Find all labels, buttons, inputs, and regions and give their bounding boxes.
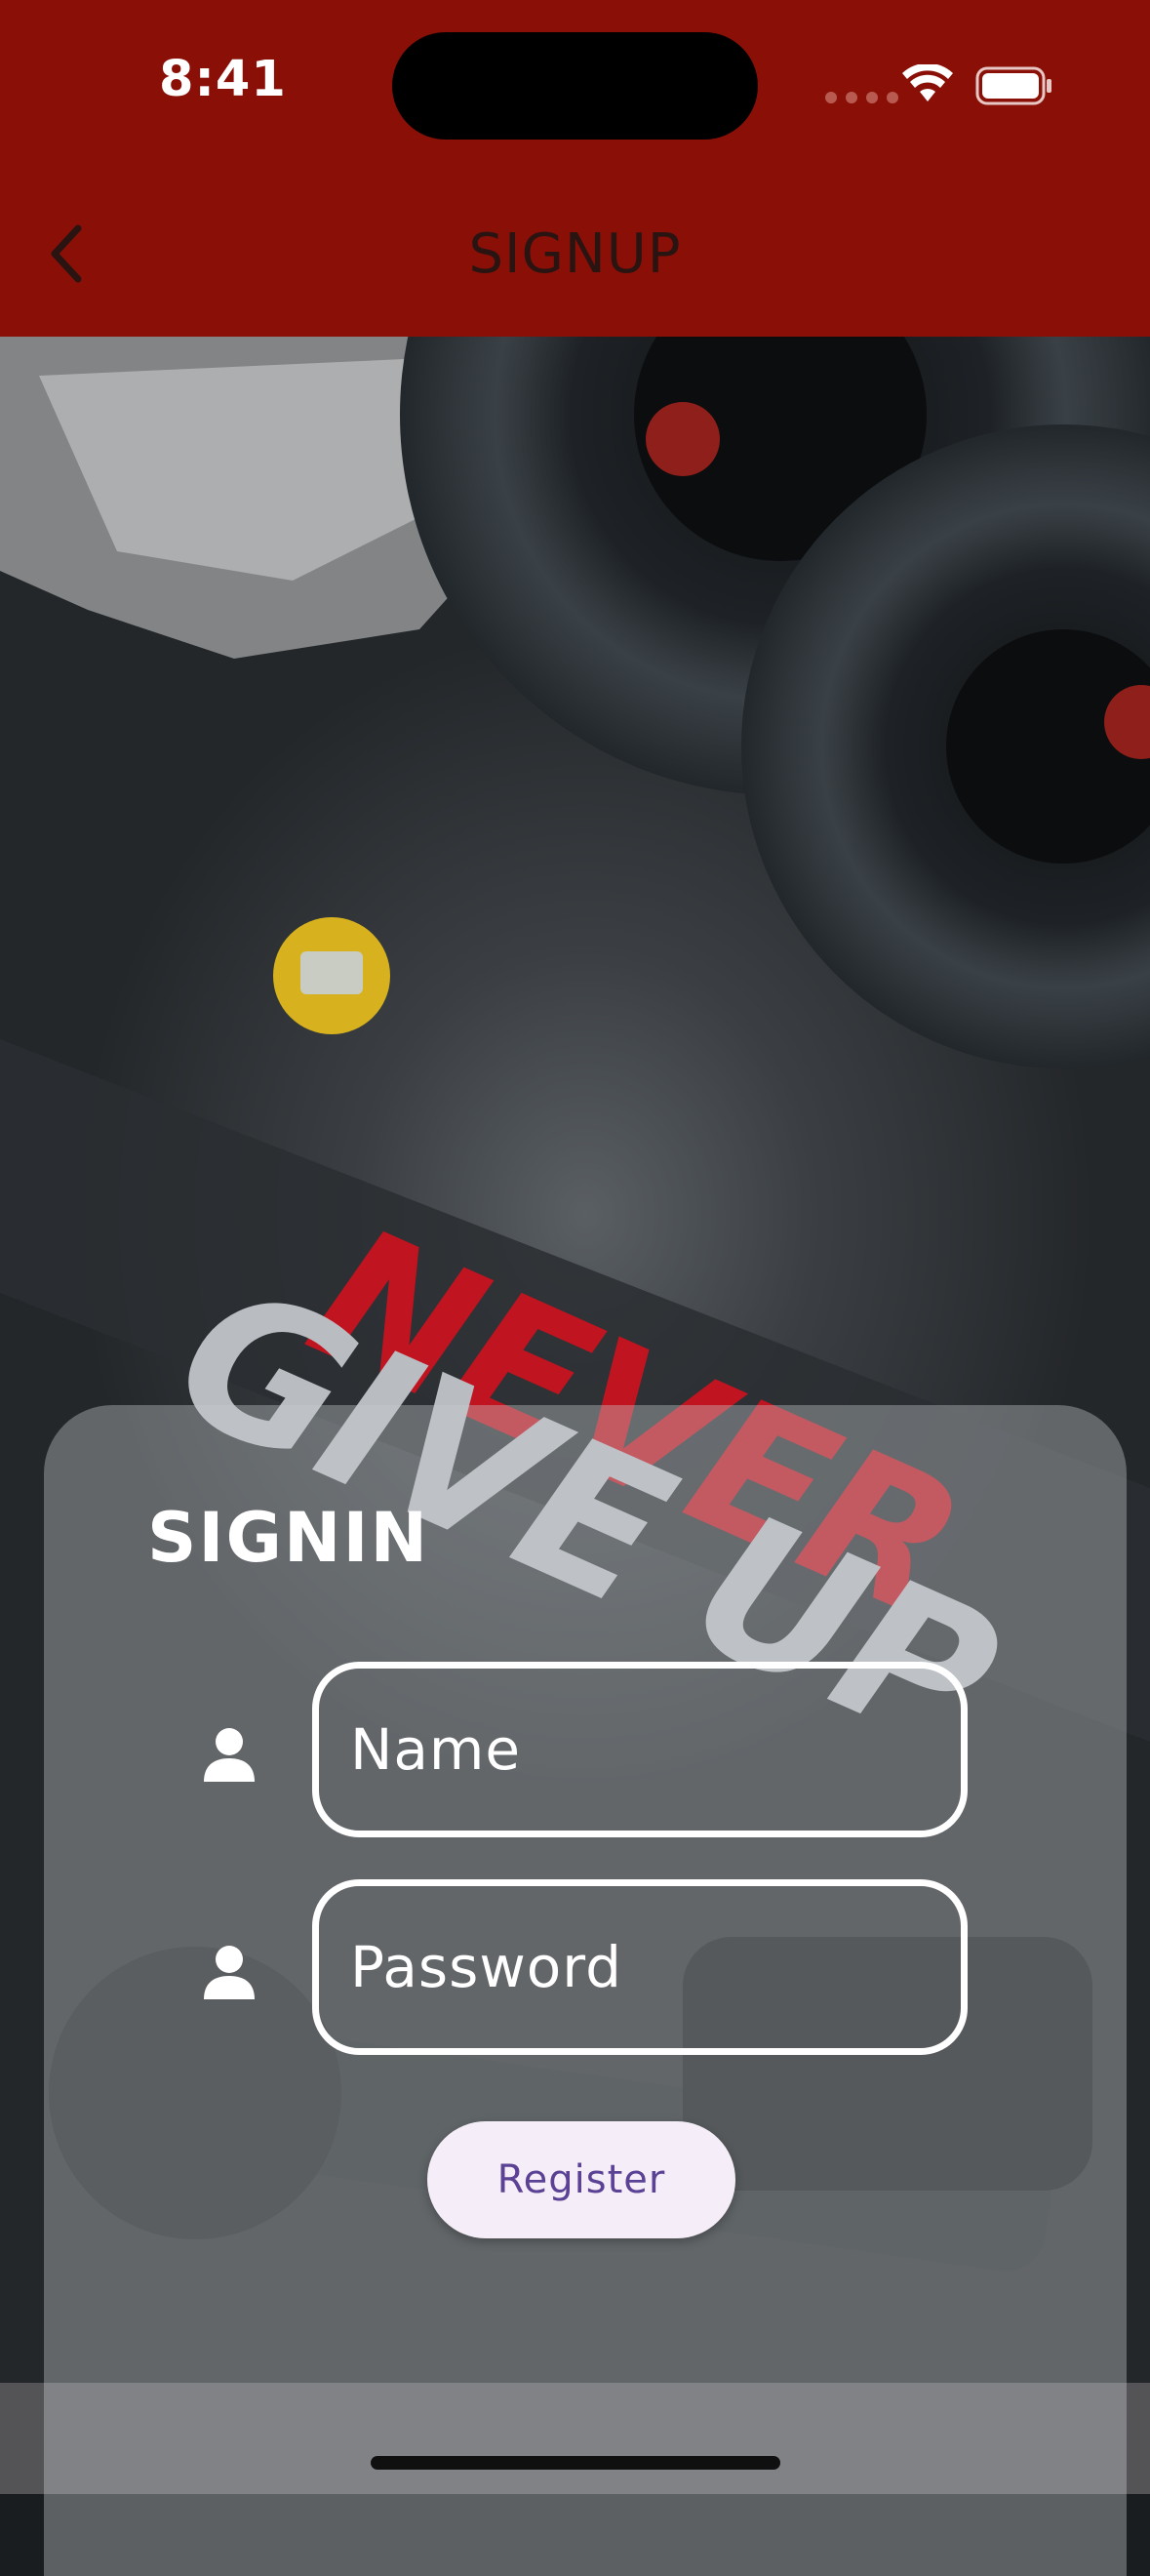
- battery-icon: [975, 66, 1053, 110]
- dynamic-island: [392, 32, 758, 140]
- page-title: SIGNUP: [468, 222, 682, 286]
- signal-dots-icon: [825, 92, 898, 103]
- person-icon: [204, 1728, 255, 1782]
- signin-card: SIGNIN Name Password Register: [44, 1405, 1127, 2576]
- signin-title: SIGNIN: [147, 1498, 430, 1578]
- password-placeholder: Password: [350, 1934, 622, 2000]
- password-row: Password: [44, 1879, 1127, 2065]
- status-time: 8:41: [159, 51, 287, 108]
- app-header: 8:41 SIGNUP: [0, 0, 1150, 337]
- person-icon: [204, 1946, 255, 1999]
- name-input[interactable]: Name: [312, 1662, 968, 1837]
- name-row: Name: [44, 1662, 1127, 1847]
- name-placeholder: Name: [350, 1716, 522, 1783]
- wifi-icon: [902, 62, 953, 108]
- password-input[interactable]: Password: [312, 1879, 968, 2055]
- home-indicator[interactable]: [371, 2456, 780, 2470]
- register-button[interactable]: Register: [427, 2121, 735, 2238]
